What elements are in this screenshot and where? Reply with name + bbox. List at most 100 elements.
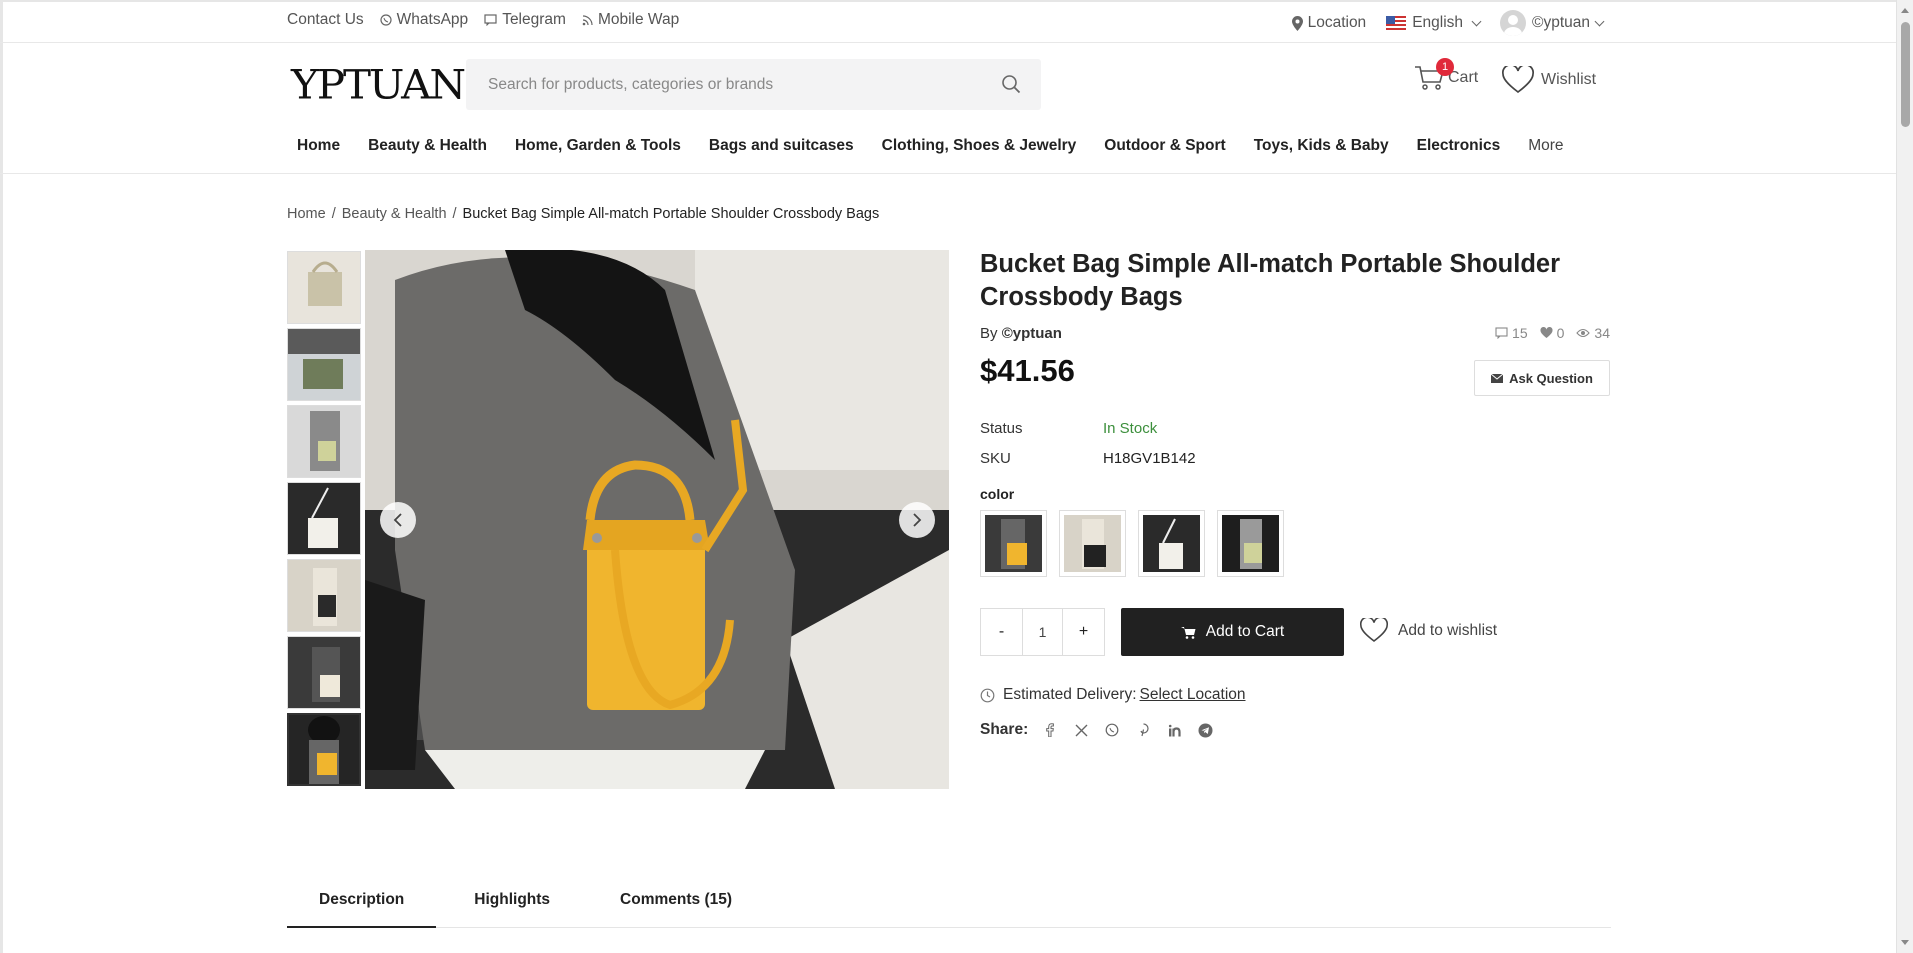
tab-highlights[interactable]: Highlights	[442, 880, 582, 928]
tab-comments[interactable]: Comments (15)	[588, 880, 764, 928]
quantity-stepper: - 1 +	[980, 608, 1105, 656]
main-product-image	[365, 250, 949, 789]
linkedin-icon[interactable]	[1165, 721, 1183, 739]
envelope-icon	[1491, 373, 1504, 383]
x-twitter-icon[interactable]	[1072, 721, 1090, 739]
color-swatch[interactable]	[980, 510, 1047, 577]
product-thumbnail[interactable]	[287, 251, 361, 324]
product-thumbnail[interactable]	[287, 482, 361, 555]
language-label: English	[1412, 14, 1464, 31]
nav-item-clothing[interactable]: Clothing, Shoes & Jewelry	[872, 137, 1087, 155]
product-thumbnail[interactable]	[287, 328, 361, 401]
user-menu[interactable]: ©yptuan	[1500, 10, 1605, 36]
us-flag-icon	[1386, 16, 1407, 30]
add-to-wishlist-label: Add to wishlist	[1398, 621, 1498, 639]
chevron-down-icon	[1471, 16, 1482, 26]
nav-item-electronics[interactable]: Electronics	[1407, 137, 1511, 155]
location-label: Location	[1307, 14, 1367, 31]
user-name: ©yptuan	[1532, 14, 1590, 31]
breadcrumb-category[interactable]: Beauty & Health	[342, 206, 447, 222]
add-to-wishlist-button[interactable]: Add to wishlist	[1360, 618, 1497, 643]
quantity-increase-button[interactable]: +	[1063, 609, 1104, 655]
chevron-right-icon	[913, 513, 922, 527]
scroll-up-arrow-icon[interactable]	[1901, 8, 1909, 13]
scroll-thumb[interactable]	[1901, 22, 1910, 127]
product-thumbnail[interactable]	[287, 559, 361, 632]
product-thumbnail-active[interactable]	[287, 713, 361, 786]
seller-link[interactable]: ©yptuan	[1002, 325, 1062, 342]
previous-image-button[interactable]	[380, 502, 416, 538]
search-icon[interactable]	[1001, 74, 1021, 94]
heart-icon	[1360, 618, 1388, 642]
breadcrumb: Home / Beauty & Health / Bucket Bag Simp…	[287, 206, 879, 222]
telegram-icon[interactable]	[1196, 721, 1214, 739]
map-pin-icon	[1291, 15, 1303, 31]
breadcrumb-current: Bucket Bag Simple All-match Portable Sho…	[462, 206, 880, 222]
site-logo[interactable]: YPTUAN	[291, 61, 466, 108]
facebook-icon[interactable]	[1041, 721, 1059, 739]
search-bar	[466, 59, 1041, 110]
telegram-link[interactable]: Telegram	[484, 11, 566, 29]
ask-question-button[interactable]: Ask Question	[1474, 360, 1610, 396]
nav-item-outdoor-sport[interactable]: Outdoor & Sport	[1094, 137, 1235, 155]
page-scrollbar[interactable]	[1896, 0, 1913, 953]
by-prefix: By	[980, 325, 998, 342]
product-price: $41.56	[980, 353, 1075, 388]
whatsapp-link[interactable]: WhatsApp	[380, 11, 468, 29]
quantity-decrease-button[interactable]: -	[981, 609, 1022, 655]
cart-button[interactable]: 1 Cart	[1414, 58, 1478, 92]
likes-count-value: 0	[1556, 325, 1565, 341]
avatar	[1500, 10, 1527, 36]
header: YPTUAN 1 Cart Wishlist Home Beauty & Hea…	[0, 44, 1896, 174]
nav-item-home-garden-tools[interactable]: Home, Garden & Tools	[505, 137, 691, 155]
cart-count-badge: 1	[1436, 58, 1454, 76]
chevron-left-icon	[393, 513, 402, 527]
product-thumbnail[interactable]	[287, 636, 361, 709]
nav-item-beauty-health[interactable]: Beauty & Health	[358, 137, 497, 155]
comments-count-value: 15	[1512, 325, 1528, 341]
nav-item-toys-kids[interactable]: Toys, Kids & Baby	[1244, 137, 1399, 155]
breadcrumb-home[interactable]: Home	[287, 206, 326, 222]
heart-icon	[1502, 66, 1534, 94]
nav-item-home[interactable]: Home	[287, 137, 350, 155]
search-input[interactable]	[466, 59, 986, 110]
mobile-wap-link[interactable]: Mobile Wap	[582, 11, 679, 29]
heart-icon	[1540, 327, 1553, 338]
thumbnail-list	[287, 251, 361, 790]
nav-item-more[interactable]: More	[1518, 137, 1573, 155]
status-value: In Stock	[1103, 419, 1158, 437]
color-swatch[interactable]	[1138, 510, 1205, 577]
share-bar: Share:	[980, 721, 1214, 739]
product-tabs: Description Highlights Comments (15)	[287, 880, 1611, 928]
nav-item-bags-suitcases[interactable]: Bags and suitcases	[699, 137, 864, 155]
product-thumbnail[interactable]	[287, 405, 361, 478]
share-label: Share:	[980, 721, 1029, 738]
rss-icon	[582, 14, 593, 25]
wishlist-button[interactable]: Wishlist	[1502, 66, 1596, 94]
mobile-wap-label: Mobile Wap	[597, 11, 680, 28]
color-swatches	[980, 510, 1284, 577]
comment-icon	[1495, 327, 1508, 339]
select-location-link[interactable]: Select Location	[1140, 686, 1246, 704]
scroll-down-arrow-icon[interactable]	[1901, 940, 1909, 945]
color-swatch[interactable]	[1059, 510, 1126, 577]
sku-row: SKU H18GV1B142	[980, 443, 1196, 473]
next-image-button[interactable]	[899, 502, 935, 538]
cart-icon	[1180, 626, 1196, 639]
location-link[interactable]: Location	[1291, 14, 1367, 32]
likes-count: 0	[1540, 325, 1565, 341]
product-stats: 15 0 34	[1495, 325, 1610, 341]
wishlist-label: Wishlist	[1541, 71, 1597, 88]
whatsapp-icon[interactable]	[1103, 721, 1121, 739]
sku-value: H18GV1B142	[1103, 449, 1196, 467]
quantity-input[interactable]: 1	[1022, 609, 1063, 655]
color-swatch[interactable]	[1217, 510, 1284, 577]
pinterest-icon[interactable]	[1134, 721, 1152, 739]
tab-description[interactable]: Description	[287, 880, 437, 928]
product-specs: Status In Stock SKU H18GV1B142	[980, 413, 1196, 473]
language-select[interactable]: English	[1386, 14, 1482, 32]
estimated-delivery: Estimated Delivery: Select Location	[980, 686, 1246, 704]
contact-link[interactable]: Contact Us	[287, 11, 364, 29]
add-to-cart-button[interactable]: Add to Cart	[1121, 608, 1344, 656]
sku-label: SKU	[980, 449, 1011, 467]
